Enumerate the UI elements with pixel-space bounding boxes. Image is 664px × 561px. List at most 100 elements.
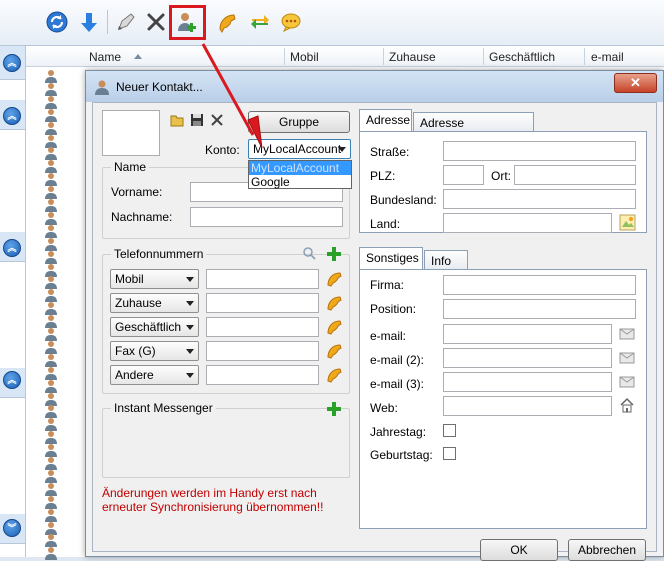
- contact-row-icon: [45, 199, 57, 212]
- phone-type-select[interactable]: Zuhause: [110, 293, 199, 313]
- delete-icon[interactable]: [143, 9, 169, 35]
- column-separator: [284, 48, 285, 65]
- mail-icon[interactable]: [619, 350, 635, 364]
- save-icon[interactable]: [190, 113, 204, 127]
- tab-info[interactable]: Info: [424, 250, 468, 270]
- country-input[interactable]: [443, 213, 612, 233]
- account-select[interactable]: MyLocalAccount: [248, 139, 351, 159]
- contact-row-icon: [45, 147, 57, 161]
- phone-icon[interactable]: [325, 294, 343, 312]
- street-input[interactable]: [443, 141, 636, 161]
- refresh-icon[interactable]: [44, 9, 70, 35]
- column-separator: [383, 48, 384, 65]
- collapse-up-icon[interactable]: ︽: [3, 107, 21, 125]
- open-folder-icon[interactable]: [170, 113, 184, 127]
- phone-icon[interactable]: [214, 9, 240, 35]
- phone-number-input[interactable]: [206, 269, 319, 289]
- chevron-down-icon: [338, 147, 346, 152]
- contact-row-icon: [45, 379, 57, 393]
- column-header-geschaeftlich[interactable]: Geschäftlich: [489, 50, 555, 64]
- phone-number-input[interactable]: [206, 365, 319, 385]
- dialog-titlebar[interactable]: Neuer Kontakt... ✕: [86, 71, 663, 102]
- phone-number-input[interactable]: [206, 317, 319, 337]
- pen-icon[interactable]: [113, 9, 139, 35]
- birthday-checkbox[interactable]: [443, 447, 456, 460]
- collapse-up-icon[interactable]: ︽: [3, 54, 21, 72]
- map-icon[interactable]: [619, 214, 636, 231]
- ok-button[interactable]: OK: [480, 539, 558, 561]
- contact-row-icon: [45, 418, 57, 432]
- search-icon[interactable]: [302, 246, 316, 260]
- company-label: Firma:: [370, 278, 404, 292]
- add-phone-icon[interactable]: [326, 246, 342, 262]
- account-option-google[interactable]: Google: [249, 175, 351, 189]
- phone-icon[interactable]: [325, 270, 343, 288]
- phone-group-title: Telefonnummern: [111, 247, 207, 261]
- phone-type-value: Mobil: [115, 272, 144, 286]
- account-option-mylocalaccount[interactable]: MyLocalAccount: [249, 161, 351, 175]
- last-name-label: Nachname:: [111, 210, 173, 224]
- sms-icon[interactable]: [278, 9, 304, 35]
- web-input[interactable]: [443, 396, 612, 416]
- tab-adresse[interactable]: Adresse: [359, 109, 412, 131]
- sync-notice: Änderungen werden im Handy erst nach ern…: [102, 486, 324, 514]
- add-messenger-icon[interactable]: [326, 401, 342, 417]
- home-icon[interactable]: [619, 397, 635, 413]
- email2-input[interactable]: [443, 348, 612, 368]
- contact-row-icon: [45, 534, 57, 548]
- instant-messenger-group: Instant Messenger: [102, 401, 350, 478]
- download-icon[interactable]: [76, 9, 102, 35]
- sort-ascending-icon: [134, 54, 142, 59]
- contact-row-icon: [45, 521, 57, 535]
- group-button[interactable]: Gruppe: [248, 111, 350, 133]
- collapse-down-icon[interactable]: ︾: [3, 519, 21, 537]
- contact-icon: [95, 80, 109, 95]
- phone-icon[interactable]: [325, 318, 343, 336]
- phone-number-input[interactable]: [206, 341, 319, 361]
- tab-sonstiges[interactable]: Sonstiges: [359, 247, 423, 269]
- toolbar: [0, 0, 664, 46]
- close-button[interactable]: ✕: [614, 73, 657, 93]
- tab-adresse-geschaeftlich[interactable]: Adresse (geschäftlich): [413, 112, 534, 144]
- contact-row-icon: [45, 70, 57, 83]
- company-input[interactable]: [443, 275, 636, 295]
- email1-input[interactable]: [443, 324, 612, 344]
- contact-row-icon: [45, 366, 57, 380]
- anniversary-checkbox[interactable]: [443, 424, 456, 437]
- collapse-up-icon[interactable]: ︽: [3, 239, 21, 257]
- column-header-zuhause[interactable]: Zuhause: [389, 50, 436, 64]
- contact-row-icon: [45, 457, 57, 470]
- cancel-button[interactable]: Abbrechen: [568, 539, 646, 561]
- sync-icon[interactable]: [247, 9, 273, 35]
- phone-type-select[interactable]: Geschäftlich: [110, 317, 199, 337]
- mail-icon[interactable]: [619, 374, 635, 388]
- delete-photo-icon[interactable]: [210, 113, 224, 127]
- contact-row-icon: [45, 134, 57, 148]
- mail-icon[interactable]: [619, 326, 635, 340]
- state-input[interactable]: [443, 189, 636, 209]
- city-input[interactable]: [514, 165, 636, 185]
- account-dropdown: MyLocalAccount Google: [248, 160, 352, 189]
- column-separator: [483, 48, 484, 65]
- email3-input[interactable]: [443, 372, 612, 392]
- collapse-up-icon[interactable]: ︽: [3, 371, 21, 389]
- web-label: Web:: [370, 401, 398, 415]
- contact-row-icon: [45, 250, 57, 264]
- phone-type-select[interactable]: Fax (G): [110, 341, 199, 361]
- phone-type-select[interactable]: Andere: [110, 365, 199, 385]
- email3-label: e-mail (3):: [370, 377, 425, 391]
- zip-input[interactable]: [443, 165, 484, 185]
- phone-icon[interactable]: [325, 342, 343, 360]
- position-input[interactable]: [443, 299, 636, 319]
- contact-row-icon: [45, 508, 57, 522]
- column-header-mobil[interactable]: Mobil: [290, 50, 319, 64]
- phone-type-select[interactable]: Mobil: [110, 269, 199, 289]
- phone-number-input[interactable]: [206, 293, 319, 313]
- column-header-name[interactable]: Name: [89, 50, 121, 64]
- contact-row-icon: [45, 340, 57, 354]
- contact-row-icon: [45, 315, 57, 329]
- contact-photo[interactable]: [102, 110, 160, 156]
- phone-icon[interactable]: [325, 366, 343, 384]
- column-header-email[interactable]: e-mail: [591, 50, 624, 64]
- last-name-input[interactable]: [190, 207, 343, 227]
